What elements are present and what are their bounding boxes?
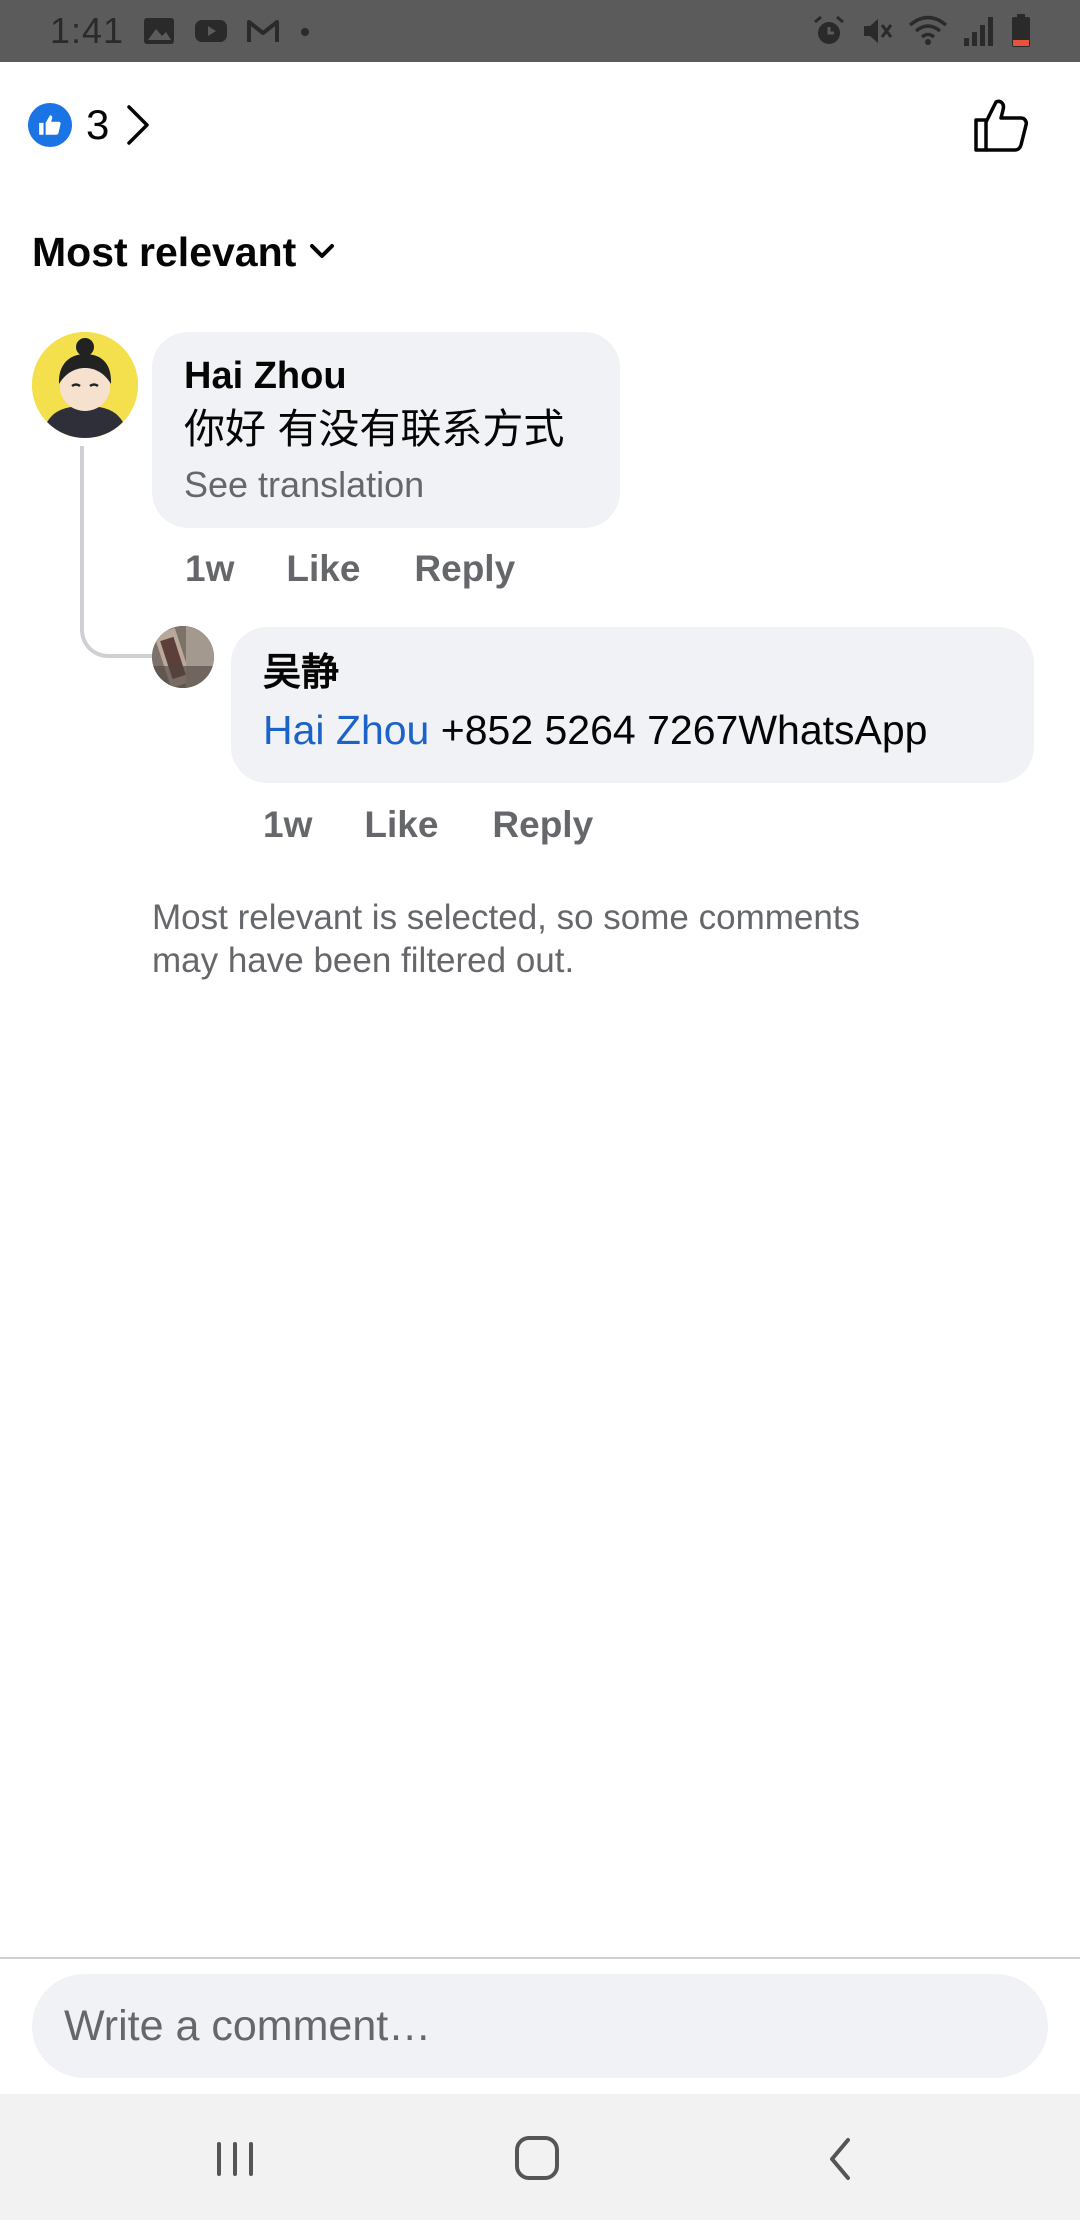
alarm-icon	[814, 15, 844, 44]
thread-line	[80, 446, 154, 658]
filter-note: Most relevant is selected, so some comme…	[152, 898, 861, 980]
like-button[interactable]: Like	[286, 548, 360, 590]
see-translation-link[interactable]: See translation	[184, 460, 588, 510]
reply-bubble[interactable]: 吴静 Hai Zhou +852 5264 7267WhatsApp	[231, 627, 1034, 783]
avatar[interactable]	[32, 332, 138, 438]
like-icon	[28, 103, 72, 147]
chevron-down-icon	[310, 244, 335, 258]
dot-icon	[301, 28, 310, 36]
reactions-header: 3	[0, 62, 1080, 192]
reactions-summary-button[interactable]: 3	[28, 100, 151, 150]
reply-timestamp: 1w	[263, 804, 313, 845]
reply-button[interactable]: Reply	[492, 804, 593, 846]
reply-author[interactable]: 吴静	[263, 651, 1002, 695]
reply-body: +852 5264 7267WhatsApp	[429, 707, 928, 753]
status-right	[812, 10, 1032, 52]
mention-link[interactable]: Hai Zhou	[263, 707, 429, 753]
image-icon	[144, 18, 175, 44]
gmail-icon	[247, 20, 280, 42]
reply-actions: 1w Like Reply	[263, 800, 593, 850]
status-left: 1:41	[50, 8, 312, 54]
comment-actions: 1w Like Reply	[185, 544, 515, 594]
comment-timestamp: 1w	[185, 548, 235, 589]
mute-icon	[864, 19, 893, 43]
comment-text: 你好 有没有联系方式	[184, 406, 565, 452]
chevron-right-icon	[127, 105, 150, 145]
comment-composer[interactable]	[32, 1974, 1048, 2078]
signal-icon	[964, 17, 993, 46]
youtube-icon	[195, 20, 228, 42]
home-icon[interactable]	[508, 2134, 568, 2184]
sort-dropdown[interactable]: Most relevant	[32, 226, 336, 278]
comment-input[interactable]	[64, 2001, 1016, 2051]
status-time: 1:41	[50, 10, 125, 51]
wifi-icon	[908, 15, 948, 45]
recent-apps-icon[interactable]	[205, 2134, 265, 2184]
reply-button[interactable]: Reply	[414, 548, 515, 590]
avatar[interactable]	[152, 626, 214, 688]
reaction-count: 3	[86, 101, 110, 148]
system-navigation-bar	[0, 2094, 1080, 2220]
composer-divider	[0, 1957, 1080, 1959]
battery-icon	[1012, 14, 1030, 47]
reply-text: Hai Zhou +852 5264 7267WhatsApp	[263, 701, 1002, 759]
thumbs-up-outline-icon[interactable]	[972, 96, 1030, 154]
sort-label: Most relevant	[32, 228, 297, 275]
comment-bubble[interactable]: Hai Zhou 你好 有没有联系方式 See translation	[152, 332, 620, 528]
like-button[interactable]: Like	[364, 804, 438, 846]
comment-author[interactable]: Hai Zhou	[184, 354, 588, 398]
back-icon[interactable]	[810, 2134, 870, 2184]
status-bar: 1:41	[0, 0, 1080, 62]
